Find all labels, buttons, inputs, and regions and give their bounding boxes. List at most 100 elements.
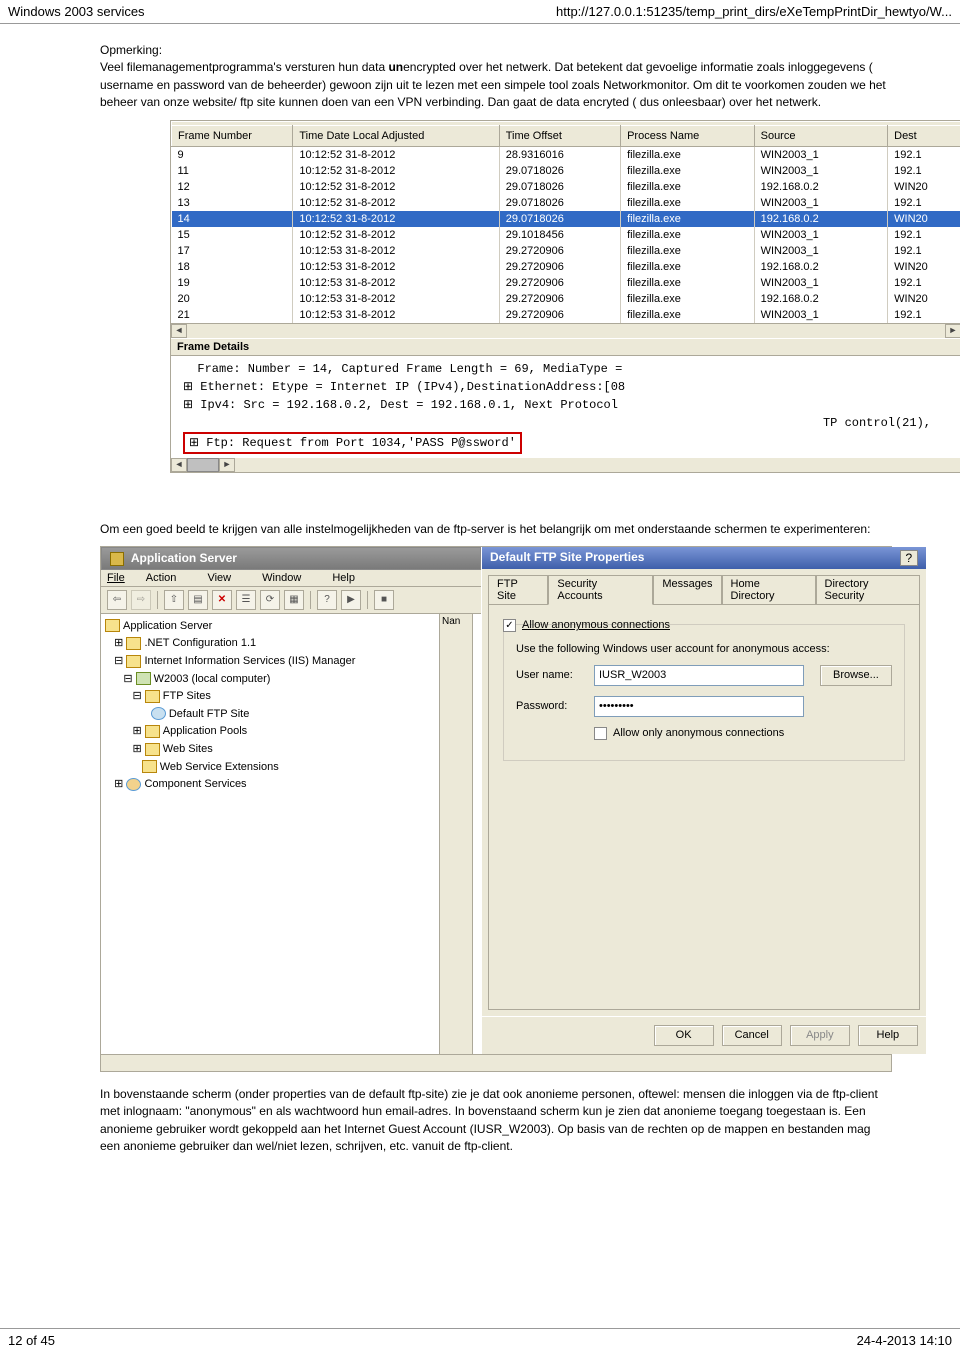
- header-divider: [0, 23, 960, 24]
- table-row[interactable]: 1110:12:52 31-8-201229.0718026filezilla.…: [172, 163, 960, 179]
- col-dest[interactable]: Dest: [888, 125, 960, 146]
- col-source[interactable]: Source: [754, 125, 888, 146]
- tab-directory-security[interactable]: Directory Security: [816, 575, 920, 604]
- col-time-date[interactable]: Time Date Local Adjusted: [293, 125, 499, 146]
- appserver-titlebar: Application Server: [101, 547, 481, 570]
- table-row[interactable]: 1310:12:52 31-8-201229.0718026filezilla.…: [172, 195, 960, 211]
- table-cell: 10:12:53 31-8-2012: [293, 259, 499, 275]
- tree-app-pools[interactable]: ⊞ Application Pools: [105, 723, 435, 741]
- cancel-button[interactable]: Cancel: [722, 1025, 782, 1046]
- table-row[interactable]: 1510:12:52 31-8-201229.1018456filezilla.…: [172, 227, 960, 243]
- menu-file[interactable]: File: [107, 572, 125, 584]
- checkbox-icon: [594, 727, 607, 740]
- tree-panel[interactable]: Application Server ⊞ .NET Configuration …: [101, 614, 440, 1054]
- outro-paragraph: In bovenstaande scherm (onder properties…: [100, 1086, 890, 1156]
- table-row[interactable]: 1410:12:52 31-8-201229.0718026filezilla.…: [172, 211, 960, 227]
- appserver-screenshot: Application Server File Action View Wind…: [100, 546, 892, 1072]
- table-cell: WIN2003_1: [754, 146, 888, 163]
- export-button[interactable]: ▦: [284, 590, 304, 610]
- table-row[interactable]: 2010:12:53 31-8-201229.2720906filezilla.…: [172, 291, 960, 307]
- table-row[interactable]: 1810:12:53 31-8-201229.2720906filezilla.…: [172, 259, 960, 275]
- tree-net-config[interactable]: ⊞ .NET Configuration 1.1: [105, 635, 435, 653]
- allow-only-anon-checkbox[interactable]: Allow only anonymous connections: [594, 727, 784, 740]
- detail-frame: Frame: Number = 14, Captured Frame Lengt…: [183, 360, 960, 378]
- tree-default-ftp[interactable]: Default FTP Site: [105, 706, 435, 724]
- table-cell: 29.2720906: [499, 259, 620, 275]
- tree-iis[interactable]: ⊟ Internet Information Services (IIS) Ma…: [105, 653, 435, 671]
- tab-messages[interactable]: Messages: [653, 575, 721, 604]
- table-cell: 29.2720906: [499, 275, 620, 291]
- tree-w2003[interactable]: ⊟ W2003 (local computer): [105, 671, 435, 689]
- delete-button[interactable]: ✕: [212, 590, 232, 610]
- frame-details-header: Frame Details: [171, 338, 960, 356]
- tab-security-accounts[interactable]: Security Accounts: [548, 575, 653, 605]
- checkbox-icon: ✓: [503, 619, 516, 632]
- scroll-right-icon[interactable]: ►: [945, 324, 960, 338]
- table-cell: 29.2720906: [499, 307, 620, 323]
- tree-component-svc[interactable]: ⊞ Component Services: [105, 776, 435, 794]
- forward-button[interactable]: ⇨: [131, 590, 151, 610]
- netmon-bottom-hscroll[interactable]: ◄ ►: [171, 458, 960, 472]
- refresh-button[interactable]: ⟳: [260, 590, 280, 610]
- table-cell: WIN2003_1: [754, 227, 888, 243]
- detail-ethernet[interactable]: ⊞ Ethernet: Etype = Internet IP (IPv4),D…: [183, 378, 960, 396]
- apply-button[interactable]: Apply: [790, 1025, 850, 1046]
- table-cell: 192.1: [888, 307, 960, 323]
- ok-button[interactable]: OK: [654, 1025, 714, 1046]
- table-cell: 12: [172, 179, 293, 195]
- tree-ftp-sites[interactable]: ⊟ FTP Sites: [105, 688, 435, 706]
- toolbar: ⇦ ⇨ ⇧ ▤ ✕ ☰ ⟳ ▦ ? ▶ ■: [101, 587, 481, 614]
- up-button[interactable]: ⇧: [164, 590, 184, 610]
- scroll-thumb[interactable]: [187, 458, 219, 472]
- col-time-offset[interactable]: Time Offset: [499, 125, 620, 146]
- allow-anon-checkbox[interactable]: ✓ Allow anonymous connections: [503, 619, 670, 632]
- col-frame-number[interactable]: Frame Number: [172, 125, 293, 146]
- table-row[interactable]: 1910:12:53 31-8-201229.2720906filezilla.…: [172, 275, 960, 291]
- tree-root[interactable]: Application Server: [105, 618, 435, 636]
- detail-tcp-tail: TP control(21),: [183, 414, 960, 432]
- properties-button[interactable]: ☰: [236, 590, 256, 610]
- play-button[interactable]: ▶: [341, 590, 361, 610]
- detail-ipv4[interactable]: ⊞ Ipv4: Src = 192.168.0.2, Dest = 192.16…: [183, 396, 960, 414]
- table-row[interactable]: 1710:12:53 31-8-201229.2720906filezilla.…: [172, 243, 960, 259]
- help-button[interactable]: ?: [317, 590, 337, 610]
- scroll-right-icon[interactable]: ►: [219, 458, 235, 472]
- menu-action[interactable]: Action: [146, 572, 191, 584]
- scroll-left-icon[interactable]: ◄: [171, 458, 187, 472]
- back-button[interactable]: ⇦: [107, 590, 127, 610]
- username-input[interactable]: [594, 665, 804, 686]
- table-cell: 21: [172, 307, 293, 323]
- table-cell: 10:12:53 31-8-2012: [293, 291, 499, 307]
- scroll-left-icon[interactable]: ◄: [171, 324, 187, 338]
- password-input[interactable]: [594, 696, 804, 717]
- stop-button[interactable]: ■: [374, 590, 394, 610]
- tree-web-svc-ext[interactable]: Web Service Extensions: [105, 759, 435, 777]
- table-cell: 18: [172, 259, 293, 275]
- browse-button[interactable]: Browse...: [820, 665, 892, 686]
- table-cell: 10:12:53 31-8-2012: [293, 275, 499, 291]
- tab-home-directory[interactable]: Home Directory: [722, 575, 816, 604]
- menu-window[interactable]: Window: [262, 572, 315, 584]
- show-hide-button[interactable]: ▤: [188, 590, 208, 610]
- table-row[interactable]: 1210:12:52 31-8-201229.0718026filezilla.…: [172, 179, 960, 195]
- netmon-hscroll[interactable]: ◄ ►: [171, 323, 960, 338]
- menu-help[interactable]: Help: [332, 572, 369, 584]
- print-datetime: 24-4-2013 14:10: [857, 1333, 952, 1348]
- table-cell: 192.1: [888, 227, 960, 243]
- table-row[interactable]: 910:12:52 31-8-201228.9316016filezilla.e…: [172, 146, 960, 163]
- detail-ftp[interactable]: ⊞ Ftp: Request from Port 1034,'PASS P@ss…: [183, 432, 960, 454]
- menubar: File Action View Window Help: [101, 570, 481, 587]
- table-cell: filezilla.exe: [621, 275, 755, 291]
- help-button[interactable]: Help: [858, 1025, 918, 1046]
- col-process-name[interactable]: Process Name: [621, 125, 755, 146]
- table-cell: WIN2003_1: [754, 243, 888, 259]
- table-cell: 9: [172, 146, 293, 163]
- dialog-help-button[interactable]: ?: [900, 550, 918, 566]
- menu-view[interactable]: View: [207, 572, 245, 584]
- tree-web-sites[interactable]: ⊞ Web Sites: [105, 741, 435, 759]
- table-cell: WIN20: [888, 259, 960, 275]
- tab-ftp-site[interactable]: FTP Site: [488, 575, 548, 604]
- table-cell: filezilla.exe: [621, 179, 755, 195]
- table-row[interactable]: 2110:12:53 31-8-201229.2720906filezilla.…: [172, 307, 960, 323]
- toolbar-sep: [157, 591, 158, 609]
